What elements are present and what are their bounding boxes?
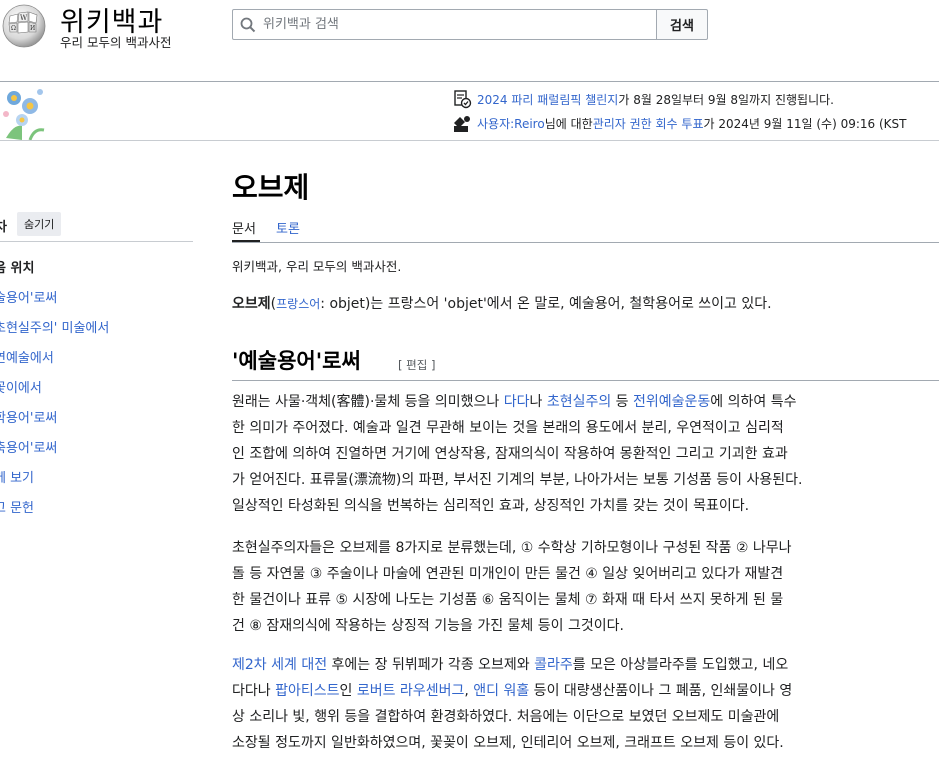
pop-artist-link[interactable]: 팝아티스트 [275,683,339,699]
intro-term: 오브제 [232,296,271,312]
text: 인 [339,683,357,699]
text-line: 건 ⑧ 잠재의식에 작용하는 상징적 기능을 가진 물체 등이 그것이다. [232,618,624,634]
section-divider [232,380,939,381]
toc-item[interactable]: 초현실주의' 미술에서 [0,317,109,336]
intro-lang-word: : objet [320,296,365,312]
admin-vote-link[interactable]: 관리자 권한 회수 투표 [593,115,704,132]
text: 나 [529,394,547,410]
text: 후에는 장 뒤뷔페가 각종 오브제와 [327,657,535,673]
rauschenberg-link[interactable]: 로버트 라우센버그 [357,683,465,699]
text-line: 소장될 정도까지 일반화하였으며, 꽃꽂이 오브제, 인테리어 오브제, 크래프… [232,735,784,751]
avant-garde-link[interactable]: 전위예술운동 [633,394,710,410]
text: 원래는 사물·객체(客體)·물체 등을 의미했으나 [232,394,504,410]
tabs-divider [232,242,939,243]
toc-item[interactable]: 연예술에서 [0,347,54,366]
notice-paralympic: 2024 파리 패럴림픽 챌린지 가 8월 28일부터 9월 8일까지 진행됩니다… [452,88,834,110]
vote-icon [454,116,470,132]
text: 를 모은 아상블라주를 도입했고, 네오 [572,657,789,673]
tab-article[interactable]: 문서 [232,218,256,237]
paragraph-3: 제2차 세계 대전 후에는 장 뒤뷔페가 각종 오브제와 콜라주를 모은 아상블… [232,652,932,756]
toc-hide-button[interactable]: 숨기기 [17,212,62,236]
dada-link[interactable]: 다다 [504,394,530,410]
paragraph-1: 원래는 사물·객체(客體)·물체 등을 의미했으나 다다나 초현실주의 등 전위… [232,389,932,519]
text: , [464,683,474,699]
wikipedia-globe-icon[interactable]: W Ω И [0,2,50,48]
text-line: 상 소리나 빛, 행위 등을 결합하여 환경화하였다. 처음에는 이단으로 보였… [232,709,780,725]
section-edit-link[interactable]: [ 편집 ] [398,357,435,373]
notice1-text: 가 8월 28일부터 9월 8일까지 진행됩니다. [618,92,834,107]
text: 등이 대량생산품이나 그 폐품, 인쇄물이나 영 [529,683,793,699]
toc-item[interactable]: 께 보기 [0,467,34,486]
search-input[interactable] [263,17,643,32]
toc-title: 차 [0,220,7,235]
text-line: 한 의미가 주어졌다. 예술과 일견 무관해 보이는 것을 본래의 용도에서 분… [232,420,784,436]
site-subtitle: 위키백과, 우리 모두의 백과사전. [232,259,402,274]
toc-item[interactable]: 학용어'로써 [0,407,57,426]
notice2-mid: 님에 대한 [544,116,593,131]
section-heading-art-term: '예술용어'로써 [232,348,361,373]
page-title: 오브제 [232,171,310,204]
notice-admin-vote: 사용자:Reiro 님에 대한 관리자 권한 회수 투표 가 2024년 9월 11… [452,112,906,134]
search-box[interactable] [232,9,657,40]
intro-text: )는 프랑스어 'objet'에서 온 말로, 예술용어, 철학용어로 쓰이고 … [364,296,772,312]
ww2-link[interactable]: 제2차 세계 대전 [232,657,327,673]
collage-link[interactable]: 콜라주 [534,657,573,673]
toc-item[interactable]: 술용어'로써 [0,287,57,306]
challenge-icon [454,90,472,109]
toc-item[interactable]: 고 문헌 [0,497,34,516]
header-divider [0,81,939,82]
text-line: 초현실주의자들은 오브제를 8가지로 분류했는데, ① 수학상 기하모형이나 구… [232,540,792,556]
paralympic-challenge-link[interactable]: 2024 파리 패럴림픽 챌린지 [477,91,618,108]
search-button[interactable]: 검색 [656,9,708,40]
banner-divider [0,140,939,141]
tab-talk[interactable]: 토론 [276,218,300,237]
intro-paragraph: 오브제(프랑스어: objet)는 프랑스어 'objet'에서 온 말로, 예… [232,293,772,313]
paragraph-2: 초현실주의자들은 오브제를 8가지로 분류했는데, ① 수학상 기하모형이나 구… [232,535,932,639]
text-line: 인 조합에 의하여 진열하면 거기에 연상작용, 잠재의식이 작용하여 몽환적인… [232,446,788,462]
text: 에 의하여 특수 [710,394,797,410]
svg-text:Ω: Ω [11,25,16,32]
logo-tagline[interactable]: 우리 모두의 백과사전 [60,32,171,51]
toc-item[interactable]: 꽃이에서 [0,377,42,396]
text: 등 [611,394,634,410]
notice2-text: 가 2024년 9월 11일 (수) 09:16 (KST [703,116,907,131]
user-reiro-link[interactable]: 사용자:Reiro [477,115,545,132]
text-line: 한 물건이나 표류 ⑤ 시장에 나도는 기성품 ⑥ 움직이는 물체 ⑦ 화재 때… [232,592,784,608]
svg-text:W: W [20,14,28,22]
svg-text:И: И [30,25,35,32]
text-line: 돌 등 자연물 ③ 주술이나 마술에 연관된 미개인이 만든 물건 ④ 일상 잊… [232,566,784,582]
text-line: 일상적인 타성화된 의식을 번복하는 심리적인 효과, 상징적인 가치를 갖는 … [232,498,750,514]
warhol-link[interactable]: 앤디 워홀 [473,683,529,699]
banner-flower-icon [3,89,45,140]
text: 다다나 [232,683,276,699]
french-language-link[interactable]: 프랑스어 [276,297,320,311]
search-icon [233,10,263,39]
text-line: 가 얻어진다. 표류물(漂流物)의 파편, 부서진 기계의 부분, 나아가서는 … [232,472,803,488]
surrealism-link[interactable]: 초현실주의 [547,394,611,410]
toc-item-top[interactable]: 음 위치 [0,257,34,276]
toc-header: 차 숨기기 [0,212,193,242]
toc-item[interactable]: 축용어'로써 [0,437,57,456]
